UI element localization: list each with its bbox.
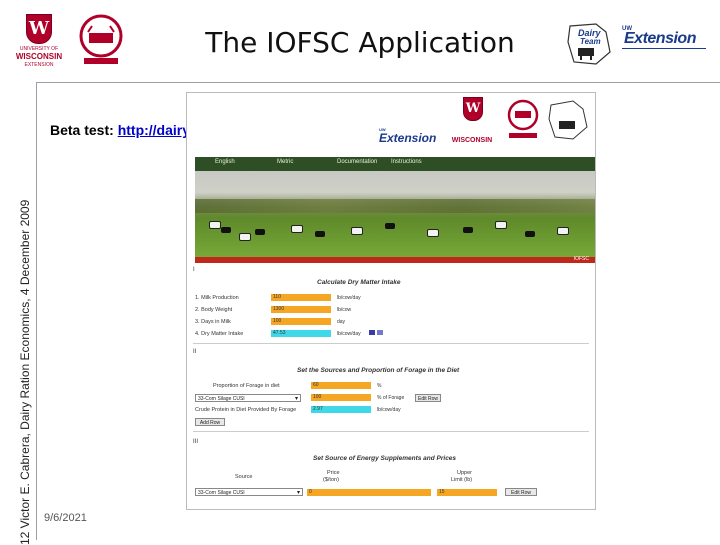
forage-proportion-input[interactable]: 60: [311, 382, 371, 389]
crude-protein-output: 2.97: [311, 406, 371, 413]
forage-proportion-unit: %: [377, 383, 382, 389]
energy-price-input[interactable]: 0: [307, 489, 431, 496]
days-in-milk-input[interactable]: 100: [271, 318, 331, 325]
iofsc-tag: IOFSC: [573, 256, 589, 262]
sidebar-divider: [36, 82, 37, 540]
days-in-milk-unit: day: [337, 319, 346, 325]
energy-upper-limit-input[interactable]: 15: [437, 489, 497, 496]
banner-wisconsin-logo: W WISCONSIN: [449, 97, 495, 149]
info-icon[interactable]: [377, 330, 383, 335]
slide-date: 9/6/2021: [44, 512, 87, 524]
col-source-header: Source: [235, 474, 253, 480]
add-row-button[interactable]: Add Row: [195, 418, 225, 426]
app-nav: English Metric Documentation Instruction…: [195, 157, 595, 171]
dairy-science-seal: [76, 14, 126, 66]
col-price-header: Price: [327, 470, 340, 476]
section2-number: II: [193, 349, 197, 355]
crude-protein-unit: lb/cow/day: [377, 407, 401, 413]
section3-number: III: [193, 439, 199, 445]
nav-english[interactable]: English: [215, 159, 235, 165]
slide-title: The IOFSC Application: [205, 26, 515, 59]
dmi-label: 4. Dry Matter Intake: [195, 331, 244, 337]
uw-extension-logo: UW Extension: [622, 26, 708, 50]
team-wordmark: Team: [580, 37, 601, 46]
forage-source-select[interactable]: 33-Corn Silage CUSI: [195, 394, 301, 403]
nav-metric[interactable]: Metric: [277, 159, 293, 165]
header-divider: [36, 82, 720, 83]
section2-title: Set the Sources and Proportion of Forage…: [297, 367, 460, 374]
milk-production-input[interactable]: 110: [271, 294, 331, 301]
section1-title: Calculate Dry Matter Intake: [317, 279, 401, 286]
beta-label: Beta test:: [50, 122, 114, 138]
section3-title: Set Source of Energy Supplements and Pri…: [313, 455, 457, 462]
energy-source-select[interactable]: 33-Corn Silage CUSI: [195, 488, 303, 497]
section-divider: [193, 343, 589, 344]
section1-number: I: [193, 267, 195, 273]
col-price-unit: ($/ton): [323, 477, 339, 483]
banner-redbar: IOFSC: [195, 256, 595, 263]
nav-instructions[interactable]: Instructions: [391, 159, 422, 165]
body-weight-label: 2. Body Weight: [195, 307, 233, 313]
extension-wordmark: Extension: [624, 30, 696, 47]
body-weight-unit: lb/cow: [337, 307, 352, 313]
edit-row-button[interactable]: Edit Row: [415, 394, 441, 402]
col-upper-unit: Limit (lb): [451, 477, 473, 483]
banner-extension-logo: UW Extension: [379, 127, 437, 145]
section-divider: [193, 431, 589, 432]
banner-seal-logo: [505, 99, 541, 145]
forage-source-unit: % of Forage: [377, 395, 405, 401]
col-upper-header: Upper: [457, 470, 472, 476]
crude-protein-label: Crude Protein in Diet Provided By Forage: [195, 407, 297, 413]
banner-dairy-team-logo: [547, 99, 591, 143]
forage-proportion-label: Proportion of Forage in diet: [213, 383, 280, 389]
pasture-photo: [195, 171, 595, 257]
energy-edit-row-button[interactable]: Edit Row: [505, 488, 537, 496]
app-screenshot: UW Extension W WISCONSIN English Metric …: [186, 92, 596, 510]
days-in-milk-label: 3. Days in Milk: [195, 319, 231, 325]
milk-production-unit: lb/cow/day: [337, 295, 361, 301]
app-banner: UW Extension W WISCONSIN: [187, 93, 595, 157]
calc-icon[interactable]: [369, 330, 375, 335]
body-weight-input[interactable]: 1300: [271, 306, 331, 313]
dairy-team-logo: Dairy Team: [566, 22, 614, 66]
wisconsin-wordmark: WISCONSIN: [15, 52, 63, 61]
forage-source-percent-input[interactable]: 100: [311, 394, 371, 401]
nav-documentation[interactable]: Documentation: [337, 159, 377, 165]
side-caption: 12 Victor E. Cabrera, Dairy Ration Econo…: [18, 199, 32, 545]
dmi-unit: lb/cow/day: [337, 331, 361, 337]
milk-production-label: 1. Milk Production: [195, 295, 239, 301]
uw-wisconsin-logo: W UNIVERSITY OF WISCONSIN EXTENSION: [14, 14, 64, 72]
dmi-output: 47.53: [271, 330, 331, 337]
